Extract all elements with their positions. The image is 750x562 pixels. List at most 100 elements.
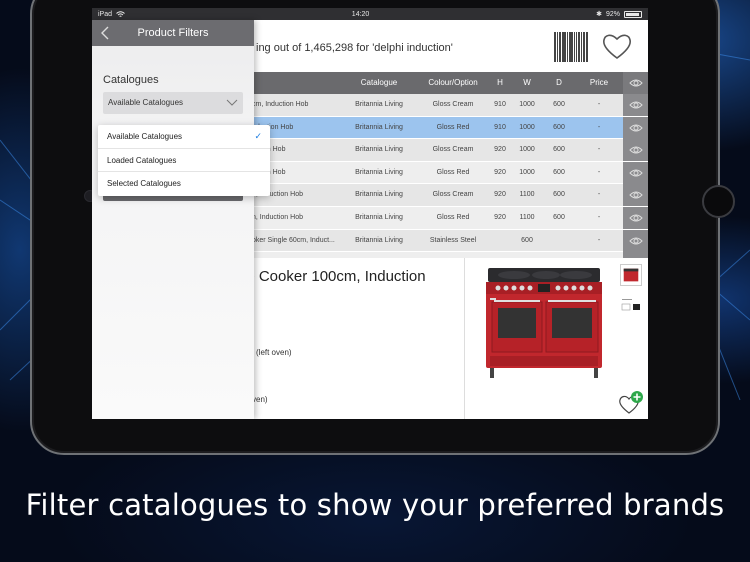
- device-label: iPad: [98, 10, 113, 18]
- cell-w: 1100: [519, 213, 535, 221]
- column-header-w[interactable]: W: [512, 72, 542, 94]
- favourites-heart-icon[interactable]: [602, 32, 632, 60]
- catalogues-select-value: Available Catalogues: [108, 98, 184, 107]
- back-icon[interactable]: [100, 26, 110, 40]
- cell-name: cm, Induction Hob: [252, 101, 309, 108]
- eye-icon: [628, 237, 643, 245]
- dropdown-option-loaded[interactable]: Loaded Catalogues: [98, 149, 270, 173]
- column-header-colour[interactable]: Colour/Option: [418, 72, 488, 94]
- view-button[interactable]: [623, 94, 648, 116]
- view-button[interactable]: [623, 184, 648, 207]
- barcode-icon[interactable]: [554, 32, 589, 62]
- option-label: Selected Catalogues: [107, 179, 181, 189]
- results-summary: ing out of 1,465,298 for 'delphi inducti…: [256, 42, 453, 54]
- product-title: ge Cooker 100cm, Induction: [238, 268, 426, 285]
- chevron-down-icon: [226, 99, 238, 106]
- column-header-price[interactable]: Price: [576, 72, 622, 94]
- dropdown-option-selected[interactable]: Selected Catalogues: [98, 172, 270, 196]
- battery-percent: 92%: [605, 10, 620, 18]
- cell-w: 600: [521, 236, 533, 244]
- wifi-icon: [116, 10, 125, 17]
- product-filters-panel: Product Filters Catalogues Available Cat…: [92, 20, 270, 419]
- view-button[interactable]: [623, 229, 648, 252]
- option-label: Loaded Catalogues: [107, 155, 177, 165]
- cell-price: -: [597, 191, 601, 199]
- column-header-view[interactable]: [623, 72, 648, 94]
- cell-price: -: [597, 123, 601, 131]
- cell-name: oker Single 60cm, Induct...: [252, 236, 335, 244]
- cell-price: -: [597, 101, 601, 108]
- add-to-favourites-icon[interactable]: [618, 390, 644, 416]
- cell-colour: Gloss Cream: [432, 101, 474, 108]
- eye-icon: [628, 169, 643, 177]
- status-bar: iPad 14:20 ✱ 92%: [92, 8, 648, 20]
- column-header-catalogue[interactable]: Catalogue: [340, 72, 418, 94]
- panel-title: Product Filters: [137, 27, 209, 39]
- dropdown-option-available[interactable]: Available Catalogues ✓: [98, 125, 270, 149]
- option-label: Available Catalogues: [107, 132, 183, 141]
- cell-price: -: [597, 213, 601, 221]
- view-button[interactable]: [623, 161, 648, 184]
- cell-h: 920: [494, 168, 506, 176]
- column-header-d[interactable]: D: [542, 72, 576, 94]
- view-button[interactable]: [623, 206, 648, 229]
- cell-h: 910: [494, 101, 506, 108]
- product-image[interactable]: [484, 264, 604, 382]
- cell-name: n, Induction Hob: [252, 213, 303, 221]
- column-header-h[interactable]: H: [488, 72, 512, 94]
- cell-d: 600: [553, 146, 565, 154]
- cell-w: 1100: [519, 191, 535, 199]
- cell-catalogue: Britannia Living: [355, 168, 403, 176]
- spec-line: ven): [252, 395, 268, 404]
- cell-catalogue: Britannia Living: [355, 101, 403, 108]
- cell-price: -: [597, 168, 601, 176]
- view-button[interactable]: [623, 139, 648, 162]
- cell-colour: Gloss Red: [436, 168, 470, 176]
- cell-price: -: [597, 146, 601, 154]
- cell-d: 600: [553, 213, 565, 221]
- cell-colour: Gloss Red: [436, 213, 470, 221]
- cell-d: 600: [553, 191, 565, 199]
- cell-h: 920: [494, 213, 506, 221]
- cell-price: -: [597, 236, 601, 244]
- cell-d: 600: [553, 101, 565, 108]
- cell-h: 920: [494, 146, 506, 154]
- cell-colour: Gloss Cream: [432, 146, 474, 154]
- cell-w: 1000: [519, 101, 535, 108]
- status-time: 14:20: [351, 10, 370, 18]
- cell-catalogue: Britannia Living: [355, 123, 403, 131]
- cell-colour: Stainless Steel: [429, 236, 477, 244]
- cell-catalogue: Britannia Living: [355, 146, 403, 154]
- eye-icon: [628, 124, 643, 132]
- home-button[interactable]: [702, 185, 735, 218]
- spec-thumbnail[interactable]: [620, 296, 642, 316]
- eye-icon: [628, 191, 643, 199]
- cell-h: 920: [494, 191, 506, 199]
- catalogues-select[interactable]: Available Catalogues: [103, 92, 243, 114]
- cell-h: 910: [494, 123, 506, 131]
- cell-colour: Gloss Red: [436, 123, 470, 131]
- battery-icon: [624, 10, 642, 18]
- eye-icon: [628, 214, 643, 222]
- eye-icon: [628, 101, 643, 109]
- product-thumbnail[interactable]: [620, 264, 642, 286]
- panel-header: Product Filters: [92, 20, 254, 46]
- cell-catalogue: Britannia Living: [355, 236, 403, 244]
- checkmark-icon: ✓: [254, 131, 262, 141]
- eye-icon: [628, 79, 643, 87]
- view-button[interactable]: [623, 116, 648, 139]
- cell-catalogue: Britannia Living: [355, 213, 403, 221]
- catalogues-dropdown: Available Catalogues ✓ Loaded Catalogues…: [98, 125, 270, 196]
- cell-d: 600: [553, 168, 565, 176]
- cell-w: 1000: [519, 146, 535, 154]
- promo-caption: Filter catalogues to show your preferred…: [25, 488, 725, 522]
- app-screen: iPad 14:20 ✱ 92% ing out of 1,465,298 fo…: [92, 8, 648, 419]
- eye-icon: [628, 146, 643, 154]
- cell-d: 600: [553, 123, 565, 131]
- cell-colour: Gloss Cream: [432, 191, 474, 199]
- cell-w: 1000: [519, 168, 535, 176]
- cell-d: [542, 230, 576, 252]
- divider: [464, 258, 465, 419]
- bluetooth-icon: ✱: [596, 11, 602, 18]
- spec-line: (left oven): [256, 348, 292, 357]
